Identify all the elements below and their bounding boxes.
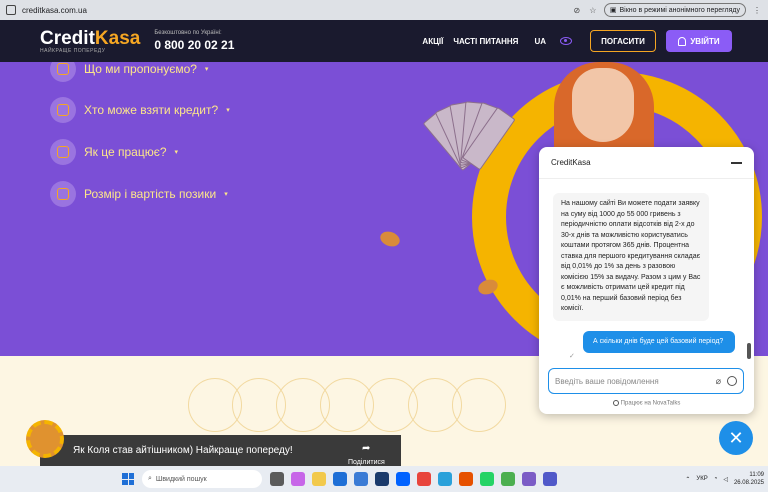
user-icon xyxy=(678,36,687,46)
taskbar-search[interactable]: ⌕ Швидкий пошук xyxy=(142,470,262,488)
logo-main: Credit xyxy=(40,27,95,49)
cash-fan-image xyxy=(420,101,516,222)
menu-item-label: Розмір і вартість позики xyxy=(84,187,217,201)
logo[interactable]: CreditKasa НАЙКРАЩЕ ПОПЕРЕДУ xyxy=(40,29,140,54)
ring-decoration xyxy=(452,378,506,432)
login-button[interactable]: УВІЙТИ xyxy=(666,30,732,52)
repay-button[interactable]: ПОГАСИТИ xyxy=(590,30,656,52)
star-icon[interactable]: ☆ xyxy=(588,5,598,15)
system-tray: ⌃ УКР ◔ ◁ 11:09 26.08.2025 xyxy=(685,471,764,487)
video-card[interactable]: Як Коля став айтішником) Найкраще попере… xyxy=(40,435,401,466)
logo-tagline: НАЙКРАЩЕ ПОПЕРЕДУ xyxy=(40,47,106,54)
edge-icon[interactable] xyxy=(333,472,347,486)
dropbox-icon[interactable] xyxy=(396,472,410,486)
phone-label: Безкоштовно по Україні: xyxy=(154,30,222,36)
language-indicator[interactable]: УКР xyxy=(696,476,707,482)
emoji-icon[interactable] xyxy=(727,376,737,386)
video-title: Як Коля став айтішником) Найкраще попере… xyxy=(73,445,293,456)
phone-money-icon xyxy=(50,181,76,207)
powered-by: Працює на NovaTalks xyxy=(539,400,754,407)
share-label[interactable]: Поділитися xyxy=(348,459,385,466)
eye-off-icon[interactable]: ⊘ xyxy=(572,5,582,15)
wifi-icon[interactable]: ◔ xyxy=(714,476,718,482)
nav-promotions[interactable]: АКЦІЇ xyxy=(422,37,443,46)
chat-close-button[interactable]: ✕ xyxy=(719,421,753,455)
chat-scrollbar[interactable] xyxy=(747,343,751,359)
url-text[interactable]: creditkasa.com.ua xyxy=(22,6,566,15)
incognito-label: Вікно в режимі анонімного перегляду xyxy=(619,6,740,14)
chevron-up-icon[interactable]: ⌃ xyxy=(685,476,690,483)
chevron-down-icon: ▾ xyxy=(174,149,179,156)
menu-item-offer[interactable]: Що ми пропонуємо? ▾ xyxy=(50,62,208,82)
phone-number[interactable]: 0 800 20 02 21 xyxy=(154,38,234,52)
share-icon[interactable]: ➦ xyxy=(362,443,370,454)
checkmark-icon: ✓ xyxy=(569,353,575,360)
logo-accent: Kasa xyxy=(94,27,141,49)
novatalks-logo-icon xyxy=(612,400,619,406)
app-l-icon[interactable] xyxy=(375,472,389,486)
viber-icon[interactable] xyxy=(522,472,536,486)
file-explorer-icon[interactable] xyxy=(312,472,326,486)
menu-item-how[interactable]: Як це працює? ▾ xyxy=(50,139,178,165)
chevron-down-icon: ▾ xyxy=(204,66,209,73)
telegram-icon[interactable] xyxy=(438,472,452,486)
chat-input-box: ⌀ xyxy=(548,368,744,394)
chevron-down-icon: ▾ xyxy=(226,107,230,114)
taskbar-apps xyxy=(270,472,557,486)
chevron-down-icon: ▾ xyxy=(224,191,228,198)
search-icon: ⌕ xyxy=(148,475,152,482)
incognito-icon: ▣ xyxy=(609,7,617,14)
chat-widget: CreditKasa На нашому сайті Ви можете под… xyxy=(539,147,754,414)
os-taskbar: ⌕ Швидкий пошук ⌃ УКР ◔ ◁ 11:09 26.08.20… xyxy=(0,466,768,492)
close-icon: ✕ xyxy=(728,428,744,448)
store-icon[interactable] xyxy=(354,472,368,486)
nav-faq[interactable]: ЧАСТІ ПИТАННЯ xyxy=(453,37,518,46)
clock[interactable]: 11:09 26.08.2025 xyxy=(734,471,764,487)
gear-decoration xyxy=(26,420,64,458)
coin-decoration xyxy=(378,229,402,249)
login-label: УВІЙТИ xyxy=(690,36,720,46)
taskbar-search-label: Швидкий пошук xyxy=(155,475,207,483)
more-icon[interactable]: ⋮ xyxy=(752,5,762,15)
whatsapp-icon[interactable] xyxy=(480,472,494,486)
incognito-chip[interactable]: ▣ Вікно в режимі анонімного перегляду xyxy=(603,3,746,17)
menu-item-label: Як це працює? xyxy=(84,145,167,159)
accessibility-eye-icon[interactable] xyxy=(560,37,572,45)
chat-message-input[interactable] xyxy=(555,376,710,386)
chat-header: CreditKasa xyxy=(539,147,754,179)
user-message: А скільки днів буде цей базовий період? xyxy=(583,331,735,353)
powered-by-label: Працює на NovaTalks xyxy=(620,400,681,407)
phone-block: Безкоштовно по Україні: 0 800 20 02 21 xyxy=(154,30,234,52)
chat-title: CreditKasa xyxy=(551,158,591,167)
attach-icon[interactable]: ⌀ xyxy=(716,376,721,387)
menu-item-size[interactable]: Розмір і вартість позики ▾ xyxy=(50,181,228,207)
site-settings-icon[interactable] xyxy=(6,5,16,15)
chrome-icon[interactable] xyxy=(417,472,431,486)
teams-icon[interactable] xyxy=(543,472,557,486)
browser-address-bar: creditkasa.com.ua ⊘ ☆ ▣ Вікно в режимі а… xyxy=(0,0,768,20)
clock-time: 11:09 xyxy=(749,472,764,478)
bot-message: На нашому сайті Ви можете подати заявку … xyxy=(553,193,709,321)
windows-start-icon[interactable] xyxy=(122,473,134,485)
minimize-icon[interactable] xyxy=(731,161,742,164)
menu-item-label: Хто може взяти кредит? xyxy=(84,103,219,117)
task-view-icon[interactable] xyxy=(270,472,284,486)
menu-item-label: Що ми пропонуємо? xyxy=(84,62,197,76)
volume-icon[interactable]: ◁ xyxy=(723,476,728,483)
menu-item-who[interactable]: Хто може взяти кредит? ▾ xyxy=(50,97,230,123)
nav-language[interactable]: UA xyxy=(534,37,546,46)
clock-date: 26.08.2025 xyxy=(733,480,764,486)
money-bag-icon xyxy=(50,62,76,82)
main-nav: АКЦІЇ ЧАСТІ ПИТАННЯ UA ПОГАСИТИ УВІЙТИ xyxy=(422,30,732,52)
utorrent-icon[interactable] xyxy=(501,472,515,486)
site-header: CreditKasa НАЙКРАЩЕ ПОПЕРЕДУ Безкоштовно… xyxy=(0,20,768,62)
hand-coin-icon xyxy=(50,139,76,165)
wallet-icon xyxy=(50,97,76,123)
opera-icon[interactable] xyxy=(459,472,473,486)
copilot-icon[interactable] xyxy=(291,472,305,486)
